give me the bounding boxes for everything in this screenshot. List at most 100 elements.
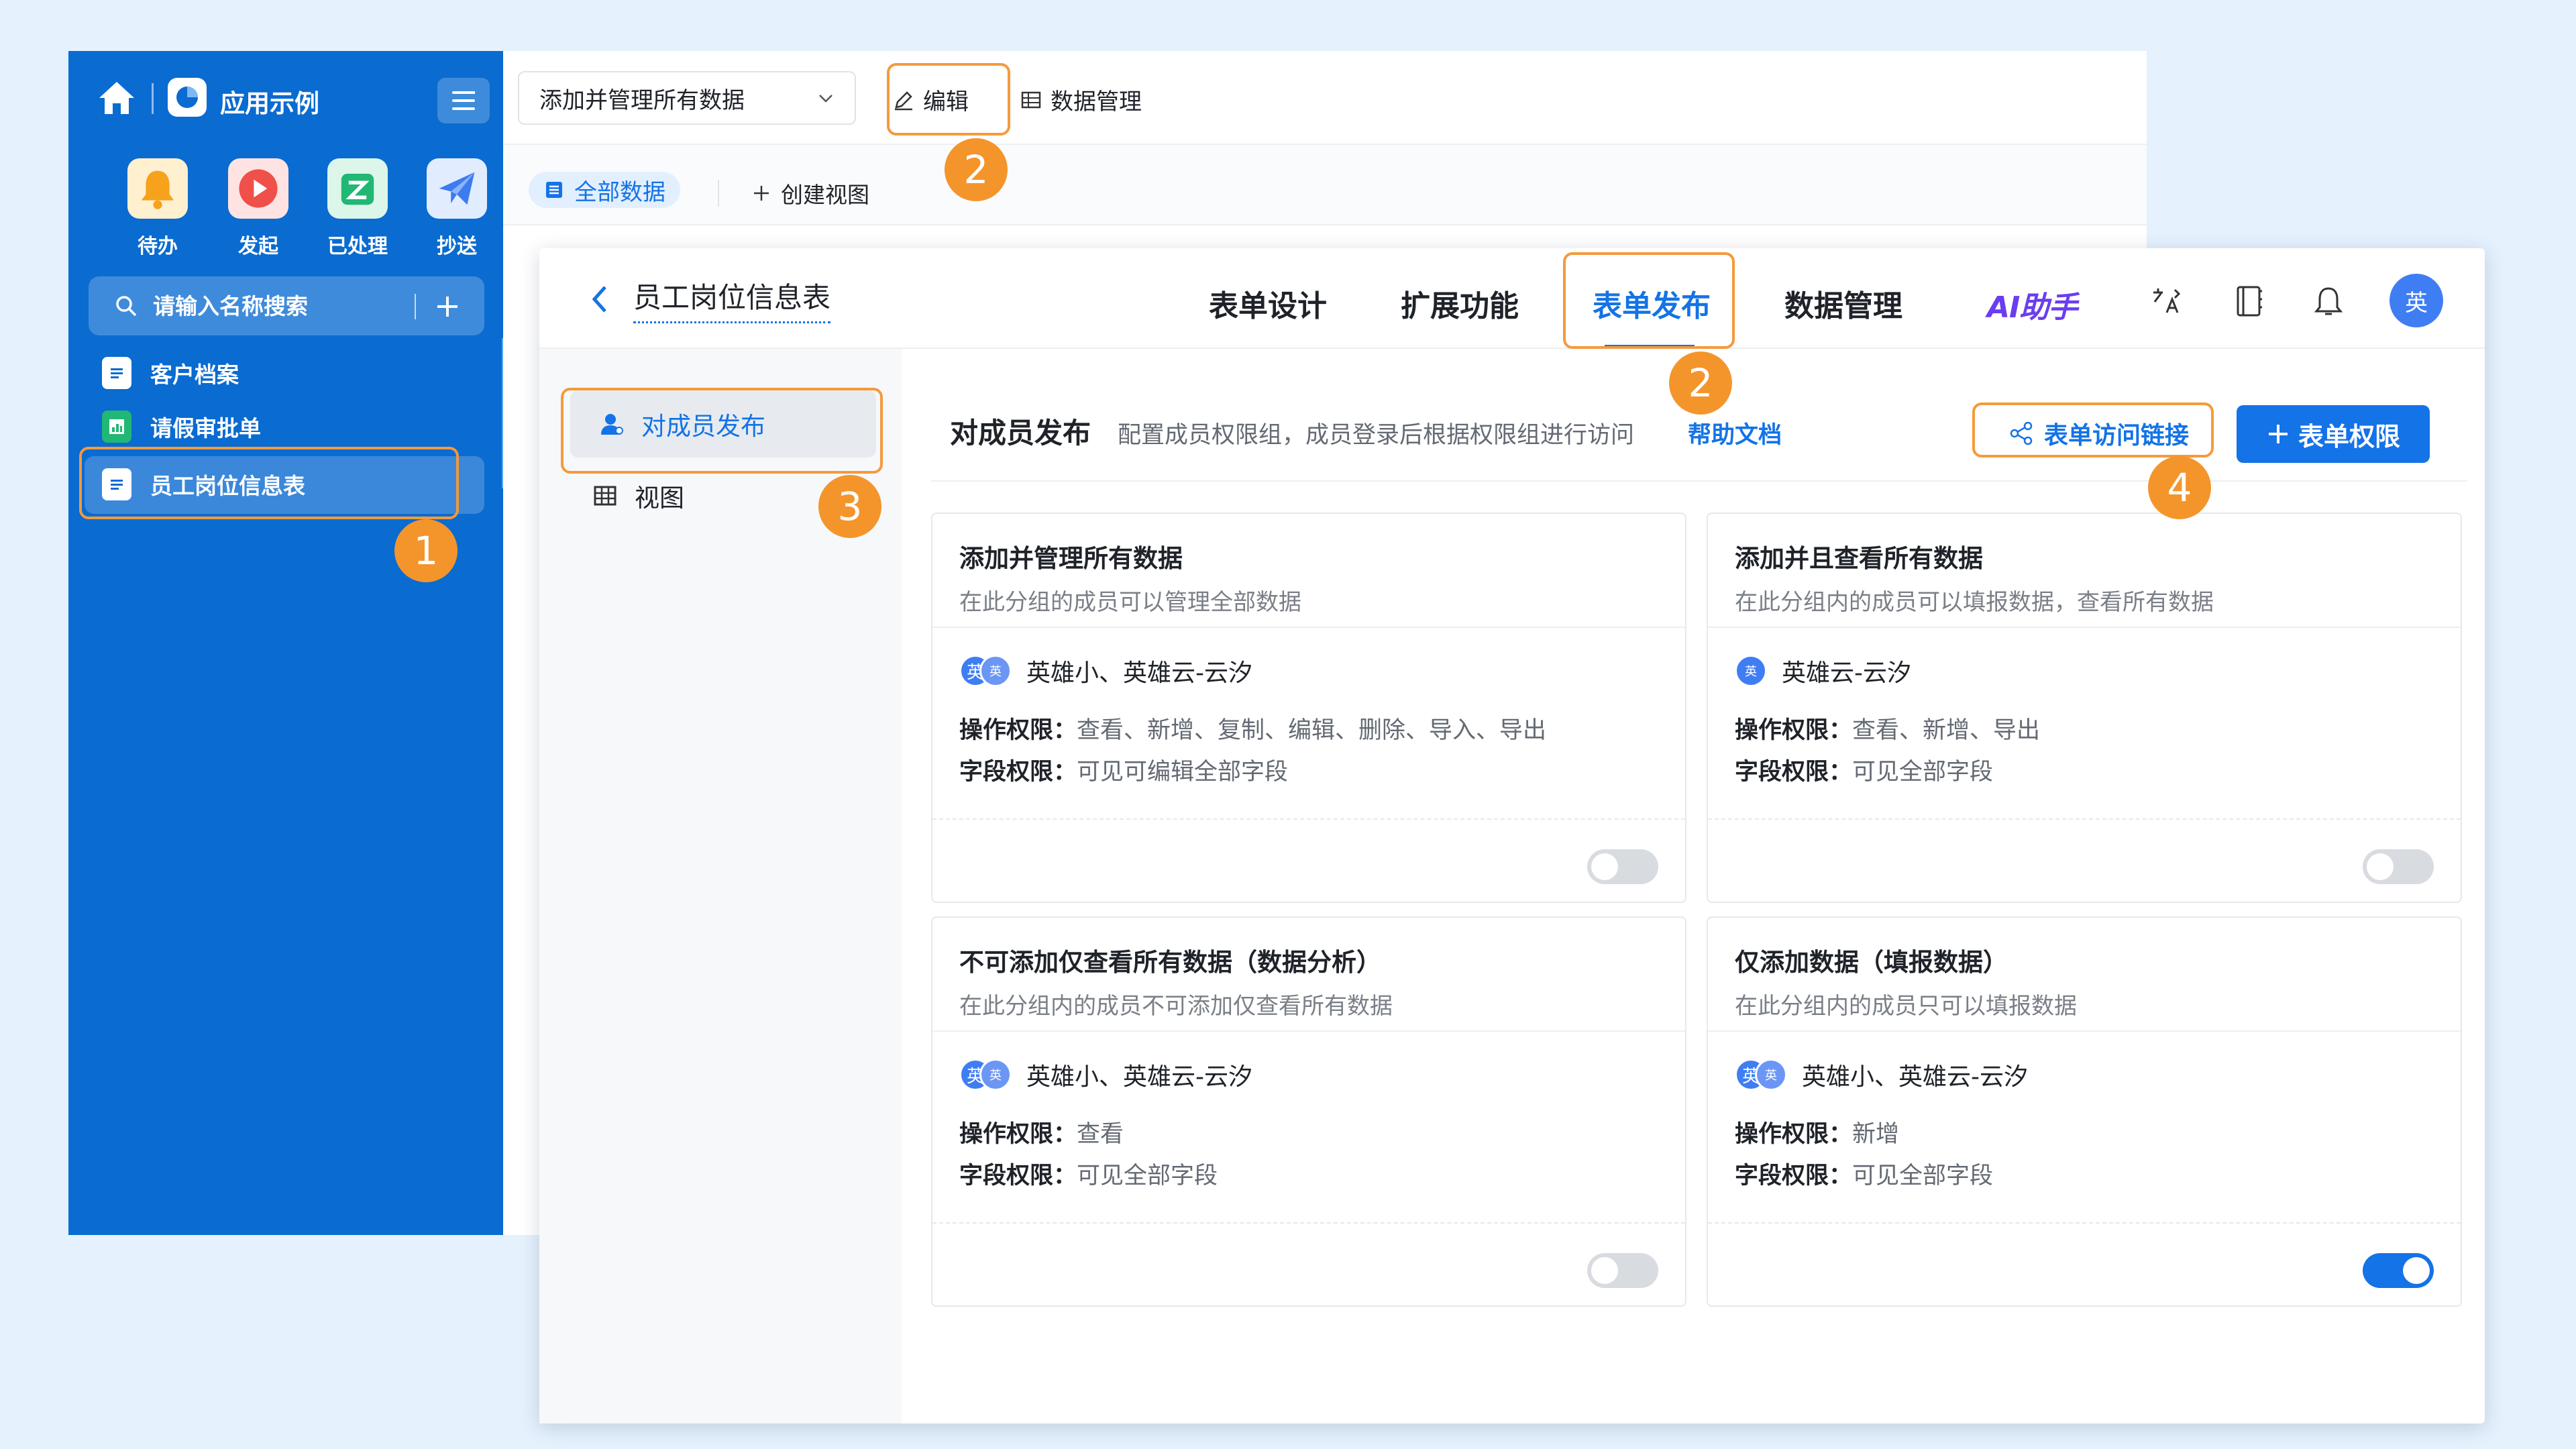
fields-value: 可见可编辑全部字段 xyxy=(1077,759,1289,786)
card-description: 在此分组的成员可以管理全部数据 xyxy=(959,589,1301,616)
toggle-knob xyxy=(1591,853,1618,880)
toggle-knob xyxy=(2367,853,2394,880)
card-header: 仅添加数据（填报数据） 在此分组内的成员只可以填报数据 xyxy=(1708,918,2461,1032)
quick-action-label: 待办 xyxy=(138,235,178,258)
card-header: 不可添加仅查看所有数据（数据分析） 在此分组内的成员不可添加仅查看所有数据 xyxy=(932,918,1685,1032)
ops-label: 操作权限： xyxy=(959,717,1077,744)
operation-permissions: 操作权限：查看、新增、导出 xyxy=(1735,711,2040,745)
home-icon[interactable] xyxy=(95,76,138,119)
background-toolbar: 添加并管理所有数据 编辑 数据管理 xyxy=(503,51,2147,145)
section-divider xyxy=(931,480,2467,482)
card-title: 添加并管理所有数据 xyxy=(959,544,1183,573)
quick-action-todo[interactable]: 待办 xyxy=(107,158,208,259)
card-members: 英 英 英雄小、英雄云-云汐 xyxy=(1735,1057,2028,1092)
fields-label: 字段权限： xyxy=(959,1163,1077,1189)
quick-action-cc[interactable]: 抄送 xyxy=(407,158,507,259)
sidebar-item-label: 请假审批单 xyxy=(150,415,261,441)
view-selector[interactable]: 添加并管理所有数据 xyxy=(518,71,856,125)
quick-action-initiate[interactable]: 发起 xyxy=(208,158,309,259)
annotation-highlight-edit xyxy=(887,63,1010,136)
create-view-button[interactable]: 创建视图 xyxy=(751,177,869,209)
ops-value: 新增 xyxy=(1852,1121,1900,1148)
tab-all-data[interactable]: 全部数据 xyxy=(529,172,680,208)
search-box xyxy=(89,276,484,335)
operation-permissions: 操作权限：查看 xyxy=(959,1115,1124,1149)
translate-icon[interactable] xyxy=(2148,283,2184,319)
menu-icon xyxy=(452,91,475,110)
sidebar: 应用示例 待办 发起 已处理 抄送 请输入名称搜索 客户档案 请假审批单 员工岗… xyxy=(68,51,503,1235)
group-enable-toggle[interactable] xyxy=(2363,849,2434,884)
quick-action-processed[interactable]: 已处理 xyxy=(307,158,408,259)
annotation-highlight-sidebar-item xyxy=(79,447,459,519)
card-title: 不可添加仅查看所有数据（数据分析） xyxy=(959,948,1381,977)
app-title: 应用示例 xyxy=(220,89,319,118)
menu-toggle-button[interactable] xyxy=(437,78,490,123)
operation-permissions: 操作权限：查看、新增、复制、编辑、删除、导入、导出 xyxy=(959,711,1546,745)
annotation-highlight-publish-tab xyxy=(1563,252,1735,349)
ops-value: 查看 xyxy=(1077,1121,1124,1148)
chart-doc-icon xyxy=(102,411,131,443)
card-footer-divider xyxy=(1708,818,2461,820)
avatar: 英 xyxy=(1735,655,1767,687)
section-description: 配置成员权限组，成员登录后根据权限组进行访问 xyxy=(1118,422,1635,449)
help-doc-link[interactable]: 帮助文档 xyxy=(1688,416,1782,450)
card-description: 在此分组内的成员不可添加仅查看所有数据 xyxy=(959,993,1393,1020)
group-enable-toggle[interactable] xyxy=(2363,1253,2434,1288)
fields-value: 可见全部字段 xyxy=(1077,1163,1218,1189)
search-icon xyxy=(116,296,137,317)
sidebar-item-leave-approval[interactable]: 请假审批单 xyxy=(102,405,484,448)
grid-table-icon xyxy=(594,486,616,506)
back-arrow-icon[interactable] xyxy=(586,280,613,318)
plus-icon xyxy=(754,186,769,201)
sidebar-item-customer-archive[interactable]: 客户档案 xyxy=(102,352,484,394)
tab-data-management[interactable]: 数据管理 xyxy=(1784,282,1902,325)
ops-value: 查看、新增、复制、编辑、删除、导入、导出 xyxy=(1077,717,1547,744)
permission-group-card: 添加并管理所有数据 在此分组的成员可以管理全部数据 英 英 英雄小、英雄云-云汐… xyxy=(931,513,1686,903)
card-members: 英 英 英雄小、英雄云-云汐 xyxy=(959,653,1252,688)
book-icon[interactable] xyxy=(2231,283,2267,319)
user-avatar[interactable]: 英 xyxy=(2390,274,2443,327)
member-names: 英雄云-云汐 xyxy=(1782,659,1911,687)
form-title[interactable]: 员工岗位信息表 xyxy=(633,275,831,323)
table-icon xyxy=(1021,91,1041,108)
group-enable-toggle[interactable] xyxy=(1587,849,1658,884)
ai-assistant-button[interactable]: AI助手 xyxy=(1987,283,2078,326)
background-view-tabs: 全部数据 创建视图 xyxy=(503,145,2147,225)
card-title: 仅添加数据（填报数据） xyxy=(1735,948,2008,977)
nav-view[interactable]: 视图 xyxy=(593,478,684,514)
toggle-knob xyxy=(2403,1257,2430,1284)
nav-view-label: 视图 xyxy=(635,484,684,513)
operation-permissions: 操作权限：新增 xyxy=(1735,1115,1899,1149)
list-icon xyxy=(546,182,562,198)
search-input[interactable] xyxy=(153,290,401,322)
form-header: 员工岗位信息表 表单设计 扩展功能 表单发布 数据管理 AI助手 英 xyxy=(539,248,2485,349)
card-header: 添加并且查看所有数据 在此分组内的成员可以填报数据，查看所有数据 xyxy=(1708,514,2461,628)
member-names: 英雄小、英雄云-云汐 xyxy=(1026,659,1252,687)
tab-form-design[interactable]: 表单设计 xyxy=(1209,282,1327,325)
permission-group-card: 添加并且查看所有数据 在此分组内的成员可以填报数据，查看所有数据 英 英雄云-云… xyxy=(1707,513,2462,903)
form-permission-button[interactable]: 表单权限 xyxy=(2237,405,2430,463)
annotation-marker: 2 xyxy=(1669,352,1732,415)
play-icon xyxy=(228,158,288,219)
card-description: 在此分组内的成员只可以填报数据 xyxy=(1735,993,2077,1020)
notification-bell-icon[interactable] xyxy=(2310,283,2347,319)
card-description: 在此分组内的成员可以填报数据，查看所有数据 xyxy=(1735,589,2214,616)
data-management-button[interactable]: 数据管理 xyxy=(1020,83,1142,116)
field-permissions: 字段权限：可见全部字段 xyxy=(1735,1157,1993,1191)
tab-extensions[interactable]: 扩展功能 xyxy=(1401,282,1519,325)
annotation-marker: 2 xyxy=(945,138,1008,201)
annotation-marker: 3 xyxy=(818,475,881,538)
paper-plane-icon xyxy=(427,158,487,219)
fields-value: 可见全部字段 xyxy=(1852,759,1994,786)
logo-divider xyxy=(152,83,154,114)
quick-action-label: 发起 xyxy=(238,235,278,258)
card-footer-divider xyxy=(932,818,1685,820)
group-enable-toggle[interactable] xyxy=(1587,1253,1658,1288)
sidebar-item-label: 客户档案 xyxy=(150,362,239,388)
field-permissions: 字段权限：可见全部字段 xyxy=(959,1157,1218,1191)
add-icon[interactable] xyxy=(431,290,464,323)
field-permissions: 字段权限：可见全部字段 xyxy=(1735,753,1993,787)
ops-label: 操作权限： xyxy=(1735,1121,1853,1148)
search-divider xyxy=(415,294,416,319)
app-logo xyxy=(168,78,207,117)
